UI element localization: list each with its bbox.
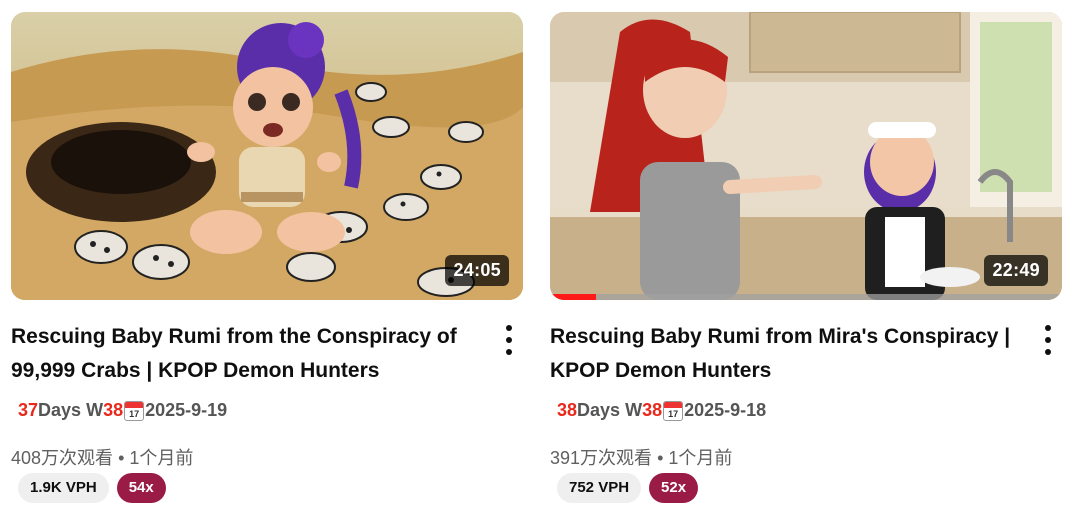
video-stats-line: 38 Days W 38 17 2025-9-18 [557,400,766,421]
days-count: 38 [557,400,578,420]
video-title[interactable]: Rescuing Baby Rumi from Mira's Conspirac… [550,320,1020,388]
meta-separator: • [657,448,664,468]
more-options-icon[interactable] [1039,325,1057,355]
video-meta: 391万次观看 • 1个月前 [550,444,732,470]
days-label: Days W [38,400,104,420]
publish-date: 2025-9-18 [684,400,767,420]
multiplier-badge: 52x [649,473,699,503]
watch-progress-fill [550,294,597,300]
publish-date: 2025-9-19 [145,400,228,420]
week-number: 38 [642,400,663,420]
video-duration: 24:05 [445,255,509,286]
video-title[interactable]: Rescuing Baby Rumi from the Conspiracy o… [11,320,481,388]
days-label: Days W [577,400,643,420]
upload-age: 1个月前 [668,448,733,468]
meta-separator: • [118,448,125,468]
calendar-icon: 17 [663,400,684,421]
video-duration: 22:49 [984,255,1048,286]
calendar-icon: 17 [124,400,145,421]
view-count: 408万次观看 [11,448,114,468]
video-card[interactable]: 24:05 Rescuing Baby Rumi from the Conspi… [11,12,523,503]
days-count: 37 [18,400,39,420]
video-stats-line: 37 Days W 38 17 2025-9-19 [18,400,227,421]
video-thumbnail[interactable]: 24:05 [11,12,523,300]
multiplier-badge: 54x [116,473,166,503]
more-options-icon[interactable] [500,325,518,355]
vph-badge: 752 VPH [557,473,642,503]
watch-progress-bar [550,294,1062,300]
video-meta: 408万次观看 • 1个月前 [11,444,193,470]
vph-badge: 1.9K VPH [18,473,109,503]
video-thumbnail[interactable]: 22:49 [550,12,1062,300]
video-card[interactable]: 22:49 Rescuing Baby Rumi from Mira's Con… [550,12,1062,503]
week-number: 38 [103,400,124,420]
upload-age: 1个月前 [129,448,194,468]
view-count: 391万次观看 [550,448,653,468]
